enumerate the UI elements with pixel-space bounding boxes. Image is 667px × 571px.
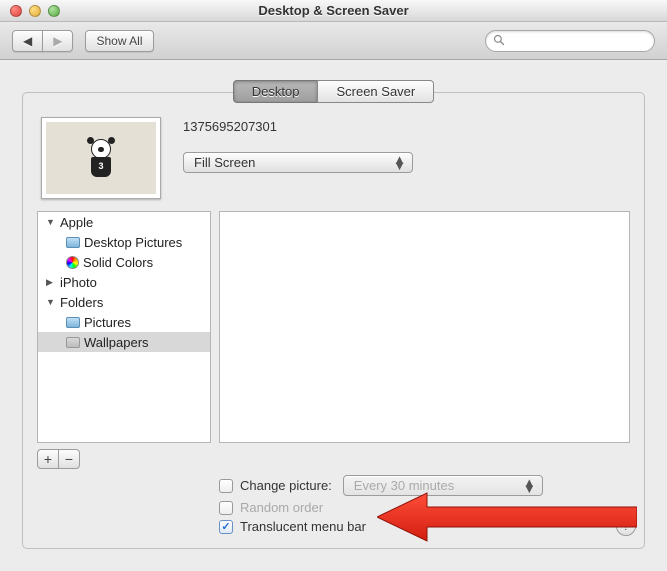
desktop-pane: 3 1375695207301 Fill Screen ▲▼ ▼ Apple [22,92,645,549]
translucent-menu-bar-checkbox[interactable] [219,520,233,534]
fit-mode-value: Fill Screen [194,155,255,170]
wallpaper-thumbnail: 3 [41,117,161,199]
search-icon [493,34,505,49]
forward-button[interactable]: ▶ [42,30,73,52]
search-input[interactable] [485,30,655,52]
source-folder-wallpapers[interactable]: Wallpapers [38,332,210,352]
remove-source-button[interactable]: − [58,449,80,469]
tab-bar: Desktop Screen Saver [233,80,434,103]
wallpaper-grid[interactable] [219,211,630,443]
add-source-button[interactable]: + [37,449,59,469]
source-list[interactable]: ▼ Apple Desktop Pictures Solid Colors ▶ … [37,211,211,443]
random-order-checkbox [219,501,233,515]
change-interval-value: Every 30 minutes [354,478,454,493]
change-picture-row: Change picture: Every 30 minutes ▲▼ [219,475,630,496]
popup-arrows-icon: ▲▼ [393,157,406,169]
tab-screen-saver[interactable]: Screen Saver [317,80,434,103]
popup-arrows-icon: ▲▼ [523,480,536,492]
add-remove-source: + − [37,449,80,469]
content: Desktop Screen Saver 3 1375695207301 Fil… [0,60,667,571]
wallpaper-name: 1375695207301 [183,119,626,134]
change-picture-label: Change picture: [240,478,332,493]
source-solid-colors[interactable]: Solid Colors [38,252,210,272]
change-picture-checkbox[interactable] [219,479,233,493]
window-title: Desktop & Screen Saver [0,3,667,18]
disclosure-down-icon: ▼ [46,297,56,307]
tab-desktop[interactable]: Desktop [233,80,319,103]
color-wheel-icon [66,256,79,269]
source-desktop-pictures[interactable]: Desktop Pictures [38,232,210,252]
nav-back-forward: ◀ ▶ [12,30,73,52]
toolbar: ◀ ▶ Show All [0,22,667,60]
wallpaper-preview-image: 3 [87,139,115,177]
source-group-apple[interactable]: ▼ Apple [38,212,210,232]
folder-icon [66,317,80,328]
random-order-row: Random order [219,500,630,515]
help-button[interactable]: ? [616,516,636,536]
disclosure-right-icon: ▶ [46,277,56,288]
change-interval-popup: Every 30 minutes ▲▼ [343,475,543,496]
translucent-menu-bar-label: Translucent menu bar [240,519,366,534]
folder-icon [66,337,80,348]
source-group-folders[interactable]: ▼ Folders [38,292,210,312]
random-order-label: Random order [240,500,323,515]
translucent-menu-bar-row: Translucent menu bar [219,519,630,534]
titlebar: Desktop & Screen Saver [0,0,667,22]
back-button[interactable]: ◀ [12,30,43,52]
source-folder-pictures[interactable]: Pictures [38,312,210,332]
search-field-wrapper [485,30,655,52]
fit-mode-popup[interactable]: Fill Screen ▲▼ [183,152,413,173]
show-all-button[interactable]: Show All [85,30,153,52]
source-group-iphoto[interactable]: ▶ iPhoto [38,272,210,292]
disclosure-down-icon: ▼ [46,217,56,227]
folder-icon [66,237,80,248]
